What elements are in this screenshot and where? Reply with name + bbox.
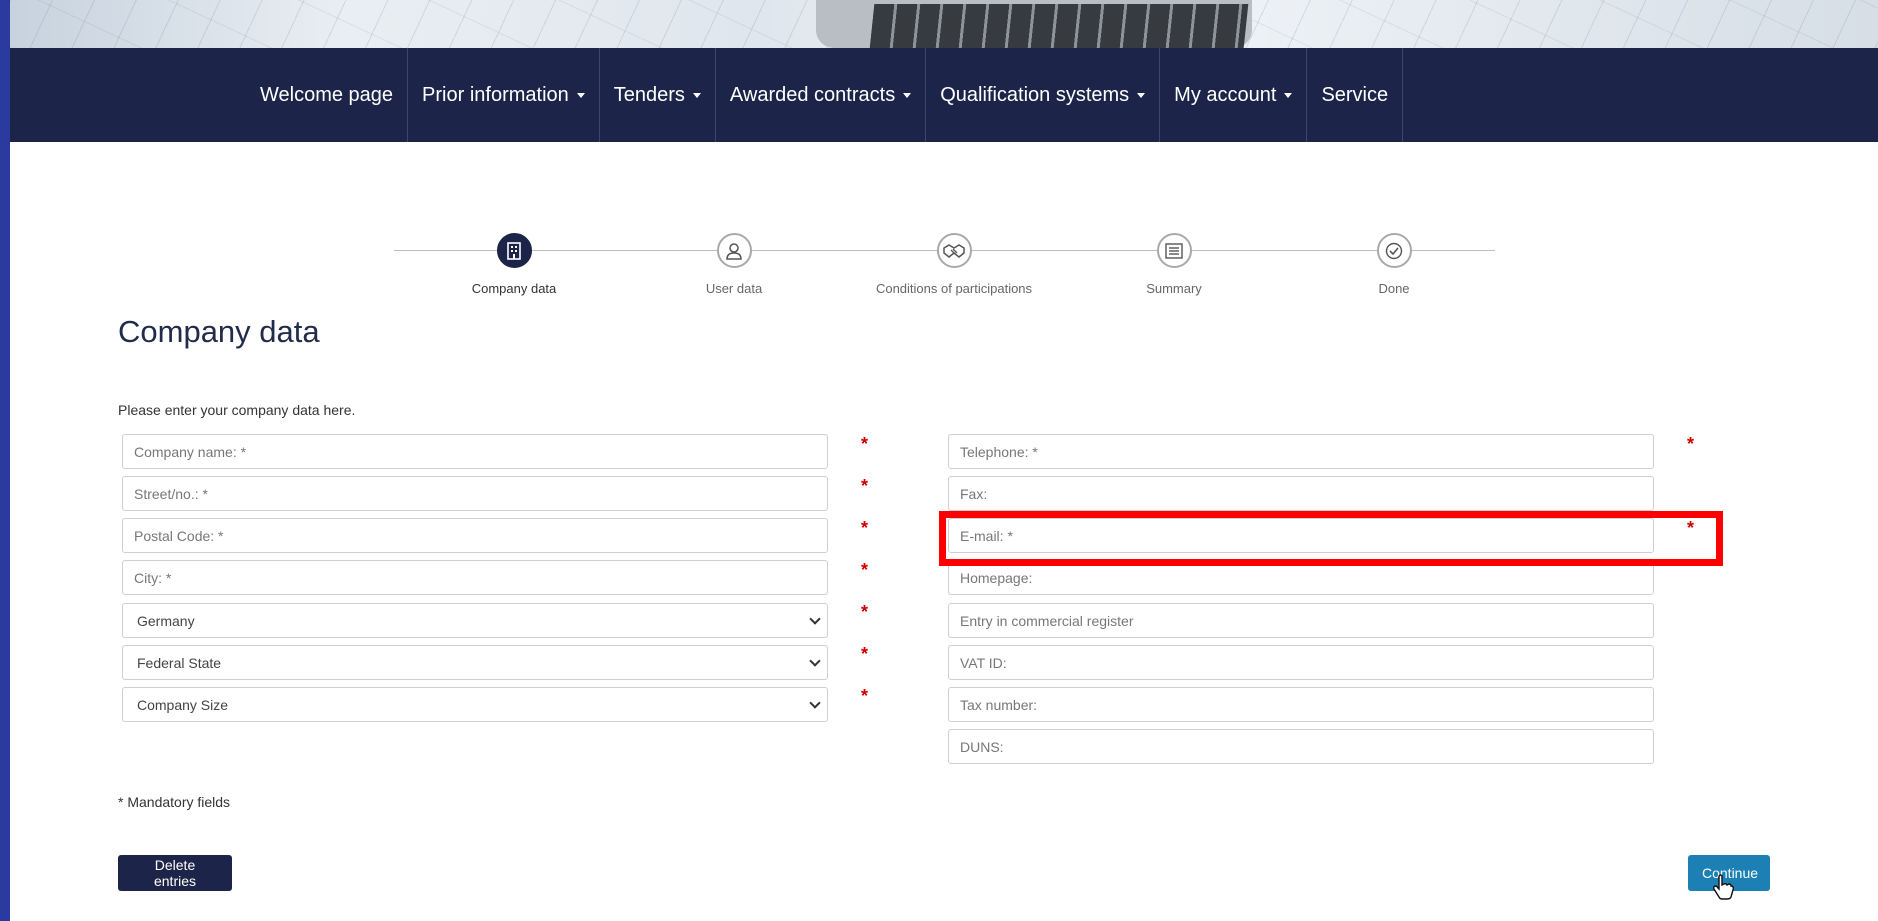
nav-label: Qualification systems xyxy=(940,83,1130,106)
nav-tenders[interactable]: Tenders xyxy=(600,48,716,142)
main-navigation: Welcome page Prior information Tenders A… xyxy=(10,48,1878,142)
mandatory-note: * Mandatory fields xyxy=(118,794,231,810)
duns-input[interactable] xyxy=(948,729,1654,764)
header-banner-image xyxy=(10,0,1878,48)
list-icon xyxy=(1156,233,1192,268)
nav-prior-information[interactable]: Prior information xyxy=(408,48,600,142)
check-circle-icon xyxy=(1376,233,1412,268)
nav-service[interactable]: Service xyxy=(1307,48,1404,142)
country-select-value: Germany xyxy=(137,612,195,629)
nav-label: My account xyxy=(1174,83,1277,106)
nav-my-account[interactable]: My account xyxy=(1160,48,1308,142)
step-label: Done xyxy=(1378,281,1410,296)
postal-code-input[interactable] xyxy=(122,518,828,553)
step-conditions: Conditions of participations xyxy=(844,233,1064,296)
street-input[interactable] xyxy=(122,476,828,511)
chevron-down-icon xyxy=(809,655,821,667)
required-marker: * xyxy=(861,560,869,580)
telephone-input[interactable] xyxy=(948,434,1654,469)
company-name-input[interactable] xyxy=(122,434,828,469)
nav-awarded-contracts[interactable]: Awarded contracts xyxy=(716,48,927,142)
federal-state-select-value: Federal State xyxy=(137,654,222,671)
vat-id-input[interactable] xyxy=(948,645,1654,680)
nav-label: Prior information xyxy=(422,83,569,106)
user-icon xyxy=(716,233,752,268)
required-marker: * xyxy=(1687,434,1695,454)
city-input[interactable] xyxy=(122,560,828,595)
page-title: Company data xyxy=(118,314,320,349)
company-size-select[interactable]: Company Size xyxy=(122,687,828,722)
delete-entries-button[interactable]: Delete entries xyxy=(118,855,232,891)
step-label: Company data xyxy=(471,281,557,296)
page: Welcome page Prior information Tenders A… xyxy=(10,0,1878,921)
required-marker: * xyxy=(861,476,869,496)
required-marker: * xyxy=(861,434,869,454)
fax-input[interactable] xyxy=(948,476,1654,511)
step-done: Done xyxy=(1284,233,1504,296)
handshake-icon xyxy=(936,233,972,268)
nav-label: Tenders xyxy=(613,83,685,106)
step-label: User data xyxy=(705,281,763,296)
step-label: Conditions of participations xyxy=(875,281,1033,296)
hand-cursor-icon xyxy=(1712,874,1734,900)
required-marker: * xyxy=(861,518,869,538)
nav-qualification-systems[interactable]: Qualification systems xyxy=(926,48,1161,142)
step-summary: Summary xyxy=(1064,233,1284,296)
form-intro: Please enter your company data here. xyxy=(118,402,356,418)
building-icon xyxy=(496,233,532,268)
homepage-input[interactable] xyxy=(948,560,1654,595)
caret-down-icon xyxy=(903,92,912,98)
nav-label: Service xyxy=(1321,83,1389,106)
nav-welcome-page[interactable]: Welcome page xyxy=(244,48,409,142)
caret-down-icon xyxy=(1137,92,1146,98)
tax-number-input[interactable] xyxy=(948,687,1654,722)
chevron-down-icon xyxy=(809,697,821,709)
caret-down-icon xyxy=(1284,92,1293,98)
step-user-data: User data xyxy=(624,233,844,296)
keyboard-image xyxy=(869,4,1249,48)
company-size-select-value: Company Size xyxy=(137,696,229,713)
step-label: Summary xyxy=(1146,281,1202,296)
federal-state-select[interactable]: Federal State xyxy=(122,645,828,680)
required-marker: * xyxy=(861,686,869,706)
nav-label: Awarded contracts xyxy=(729,83,896,106)
step-company-data: Company data xyxy=(404,233,624,296)
caret-down-icon xyxy=(692,92,701,98)
required-marker: * xyxy=(861,644,869,664)
nav-label: Welcome page xyxy=(260,83,394,106)
caret-down-icon xyxy=(576,92,585,98)
required-marker: * xyxy=(1687,518,1695,538)
commercial-register-input[interactable] xyxy=(948,603,1654,638)
chevron-down-icon xyxy=(809,613,821,625)
country-select[interactable]: Germany xyxy=(122,603,828,638)
email-input[interactable] xyxy=(948,518,1654,553)
required-marker: * xyxy=(861,602,869,622)
